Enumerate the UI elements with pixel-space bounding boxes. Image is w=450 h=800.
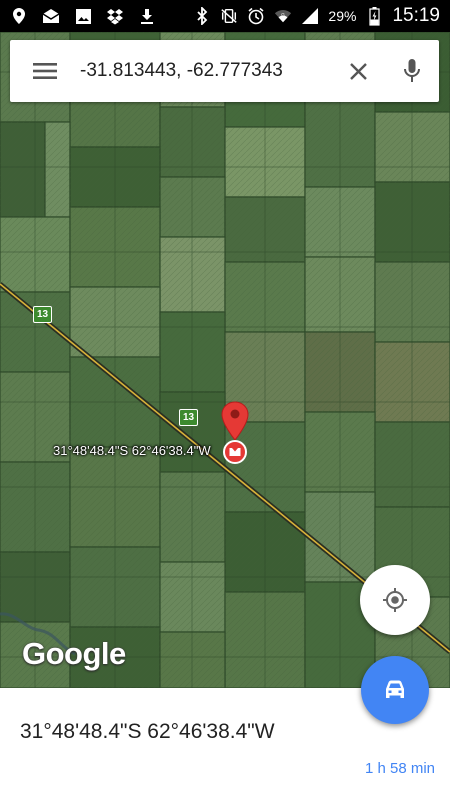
search-bar[interactable]: -31.813443, -62.777343: [10, 40, 439, 102]
vibrate-icon: [220, 7, 238, 25]
pin-coordinate-label: 31°48'48.4"S 62°46'38.4"W: [53, 443, 211, 458]
download-icon: [138, 7, 156, 25]
menu-button[interactable]: [10, 40, 80, 102]
signal-icon: [301, 7, 319, 25]
dropped-pin-icon[interactable]: [219, 400, 251, 466]
microphone-icon: [404, 59, 420, 82]
image-icon: [74, 7, 92, 25]
crosshair-location-icon: [383, 588, 407, 612]
hamburger-menu-icon: [33, 63, 57, 79]
close-icon: [349, 62, 367, 80]
svg-text:G: G: [282, 12, 286, 17]
car-icon: [386, 680, 404, 698]
clock: 15:19: [392, 5, 440, 26]
search-input[interactable]: -31.813443, -62.777343: [80, 60, 331, 82]
dropbox-icon: [106, 7, 124, 25]
google-logo: Google: [22, 636, 126, 671]
battery-percent: 29%: [328, 8, 357, 24]
route-13-badge: 13: [33, 306, 52, 323]
battery-icon: [365, 6, 383, 26]
place-title: 31°48'48.4"S 62°46'38.4"W: [20, 720, 275, 743]
mail-icon: [42, 7, 60, 25]
status-bar: G 29% 15:19: [0, 0, 450, 32]
my-location-button[interactable]: [360, 565, 430, 635]
wifi-icon: G: [274, 7, 292, 25]
notification-icons: [0, 7, 156, 25]
voice-search-button[interactable]: [385, 40, 439, 102]
system-icons: G 29% 15:19: [193, 5, 450, 27]
route-13-badge: 13: [179, 409, 198, 426]
alarm-icon: [247, 7, 265, 25]
bluetooth-icon: [193, 7, 211, 25]
directions-button[interactable]: [361, 656, 429, 724]
location-icon: [10, 7, 28, 25]
travel-time: 1 h 58 min: [364, 760, 435, 777]
clear-search-button[interactable]: [331, 40, 385, 102]
